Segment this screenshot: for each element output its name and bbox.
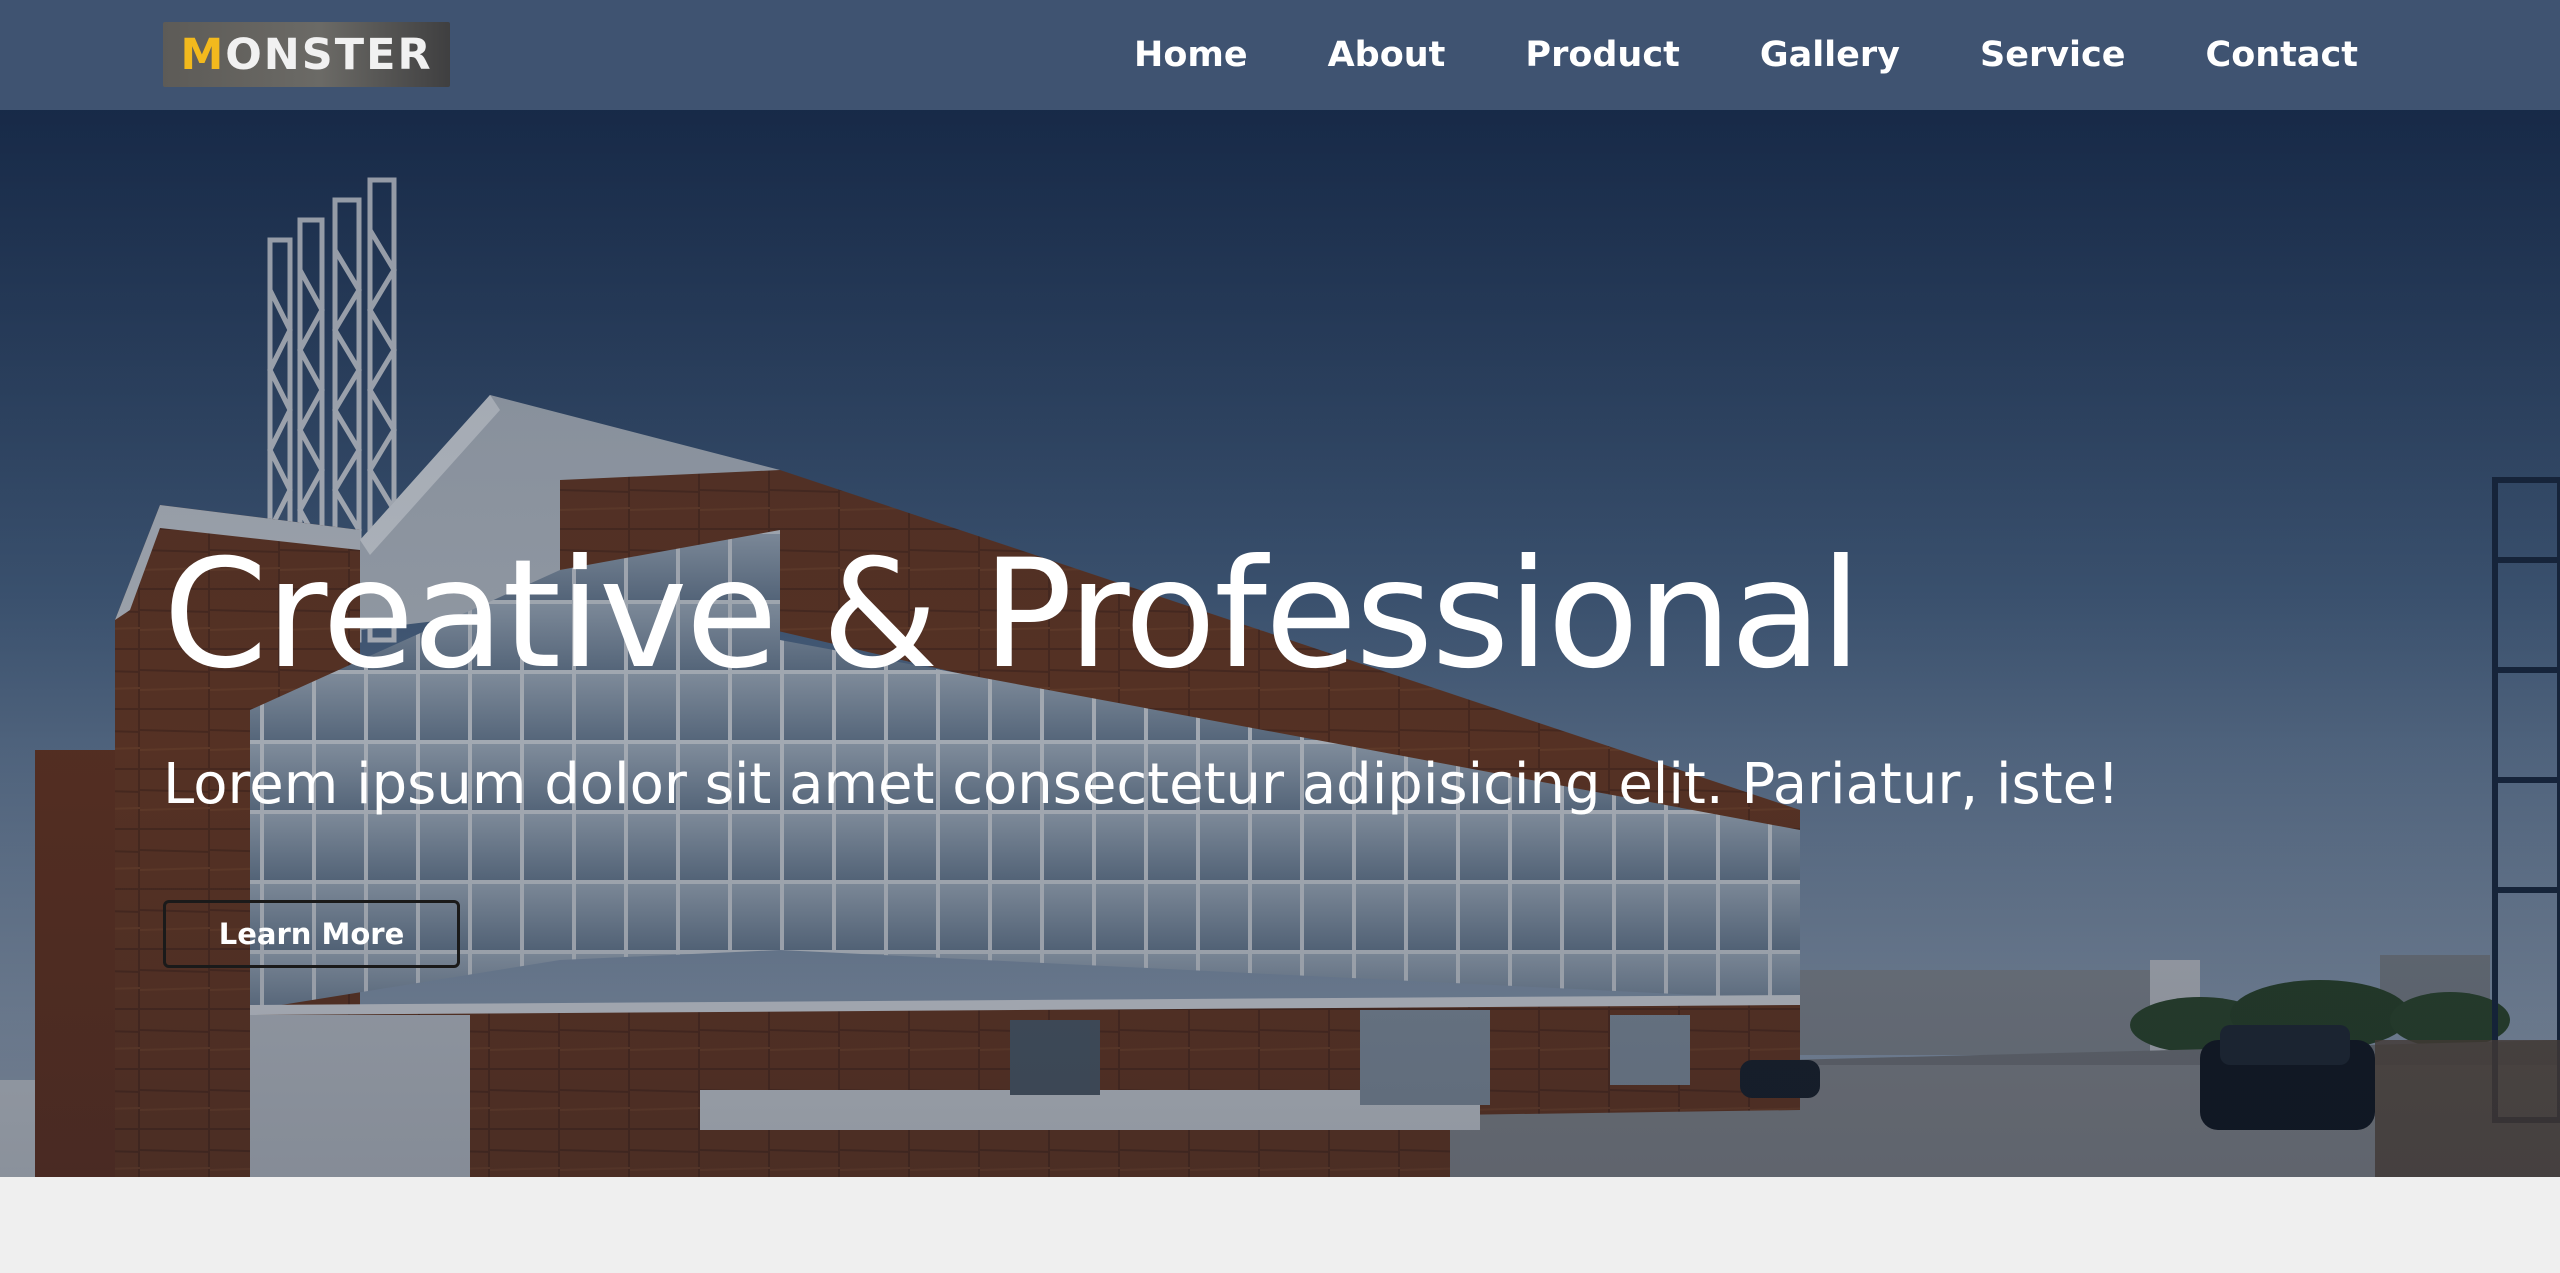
nav-item-gallery: Gallery: [1760, 35, 1900, 75]
page-content-below-hero: [0, 1177, 2560, 1273]
nav-item-home: Home: [1134, 35, 1248, 75]
hero-section: Creative & Professional Lorem ipsum dolo…: [0, 110, 2560, 1177]
nav-item-product: Product: [1525, 35, 1679, 75]
nav-item-service: Service: [1980, 35, 2126, 75]
brand-logo[interactable]: M ONSTER: [163, 22, 450, 87]
nav-link-contact[interactable]: Contact: [2206, 35, 2358, 75]
nav-link-about[interactable]: About: [1328, 35, 1446, 75]
navbar: M ONSTER Home About Product Gallery Servi…: [0, 0, 2560, 110]
learn-more-button[interactable]: Learn More: [163, 900, 460, 968]
logo-text: ONSTER: [225, 29, 433, 80]
hero-subtitle: Lorem ipsum dolor sit amet consectetur a…: [163, 752, 2120, 817]
hero-title: Creative & Professional: [163, 528, 1862, 702]
logo-letter: M: [180, 29, 226, 80]
nav-item-about: About: [1328, 35, 1446, 75]
nav-link-service[interactable]: Service: [1980, 35, 2126, 75]
nav-link-home[interactable]: Home: [1134, 35, 1248, 75]
nav-link-product[interactable]: Product: [1525, 35, 1679, 75]
nav-menu: Home About Product Gallery Service Conta…: [1054, 0, 2358, 110]
nav-item-contact: Contact: [2206, 35, 2358, 75]
nav-link-gallery[interactable]: Gallery: [1760, 35, 1900, 75]
